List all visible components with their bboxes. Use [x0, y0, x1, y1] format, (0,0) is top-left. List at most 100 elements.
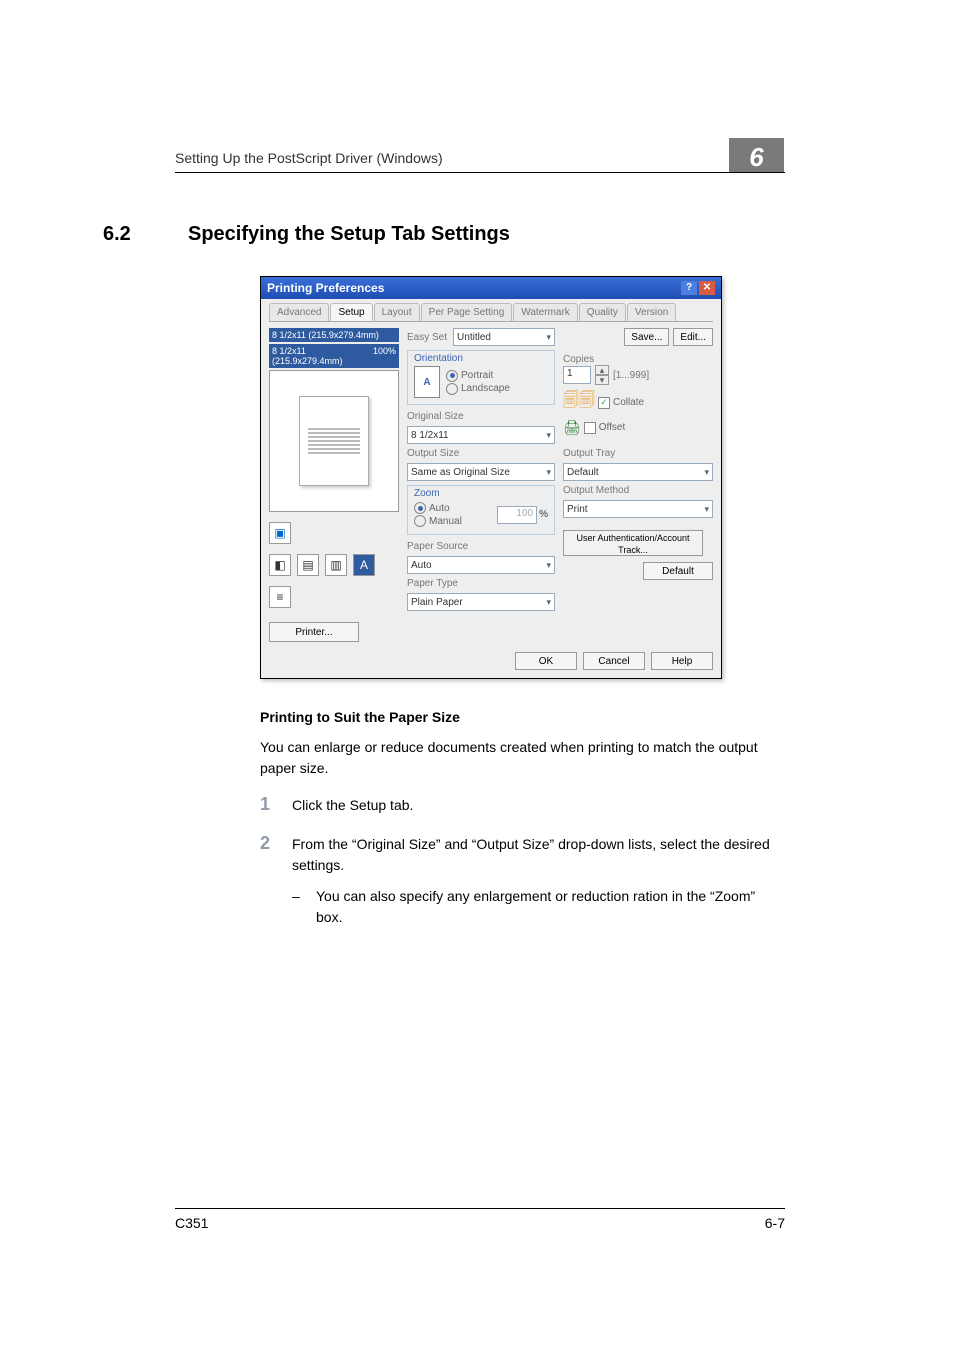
landscape-radio[interactable]: Landscape — [446, 383, 510, 395]
offset-checkbox[interactable]: 🖨 Offset — [563, 419, 713, 436]
landscape-label: Landscape — [461, 383, 510, 394]
footer-rule — [175, 1208, 785, 1209]
chevron-down-icon: ▾ — [704, 504, 709, 515]
collate-icon: 🗐🗐 — [563, 389, 595, 416]
preview-size-2: 8 1/2x11 (215.9x279.4mm) 100% — [269, 344, 399, 368]
chevron-down-icon: ▾ — [546, 467, 551, 478]
printer-button[interactable]: Printer... — [269, 622, 359, 642]
auth-track-button[interactable]: User Authentication/Account Track... — [563, 530, 703, 556]
paper-source-value: Auto — [411, 560, 432, 571]
output-size-value: Same as Original Size — [411, 467, 510, 478]
section-number: 6.2 — [103, 223, 188, 246]
portrait-radio[interactable]: Portrait — [446, 370, 510, 382]
tab-perpage[interactable]: Per Page Setting — [421, 303, 513, 321]
header-rule — [175, 172, 785, 173]
step-number-1: 1 — [260, 795, 292, 816]
help-icon[interactable]: ? — [681, 281, 697, 295]
copies-spin-down[interactable]: ▾ — [595, 375, 609, 385]
tab-watermark[interactable]: Watermark — [513, 303, 578, 321]
output-method-label: Output Method — [563, 485, 713, 496]
preview-size-1: 8 1/2x11 (215.9x279.4mm) — [269, 328, 399, 342]
zoom-legend: Zoom — [414, 488, 548, 499]
dialog-tabs: Advanced Setup Layout Per Page Setting W… — [269, 303, 713, 322]
list-icon[interactable]: ≡ — [269, 586, 291, 608]
watermark-icon[interactable]: A — [353, 554, 375, 576]
offset-label: Offset — [599, 422, 626, 433]
ok-button[interactable]: OK — [515, 652, 577, 670]
easyset-save-button[interactable]: Save... — [624, 328, 669, 346]
preview-size-2-text: 8 1/2x11 (215.9x279.4mm) — [272, 346, 373, 366]
output-size-select[interactable]: Same as Original Size ▾ — [407, 463, 555, 481]
step-2-text: From the “Original Size” and “Output Siz… — [292, 836, 770, 873]
preview-scale: 100% — [373, 346, 396, 366]
original-size-select[interactable]: 8 1/2x11 ▾ — [407, 426, 555, 444]
chevron-down-icon: ▾ — [546, 332, 551, 343]
pages-icon[interactable]: ▤ — [297, 554, 319, 576]
orientation-icon: A — [414, 366, 440, 398]
zoom-input[interactable]: 100 — [497, 506, 537, 524]
step-2-sub-text: You can also specify any enlargement or … — [316, 886, 785, 928]
original-size-label: Original Size — [407, 411, 555, 422]
easyset-select[interactable]: Untitled ▾ — [453, 328, 555, 346]
paper-source-select[interactable]: Auto ▾ — [407, 556, 555, 574]
tab-layout[interactable]: Layout — [374, 303, 420, 321]
orientation-legend: Orientation — [414, 353, 548, 364]
copies-icon[interactable]: ▥ — [325, 554, 347, 576]
zoom-auto-radio[interactable]: Auto — [414, 502, 462, 514]
collate-label: Collate — [613, 397, 644, 408]
chevron-down-icon: ▾ — [546, 560, 551, 571]
subsection-heading: Printing to Suit the Paper Size — [260, 709, 785, 725]
dialog-title: Printing Preferences — [267, 281, 384, 295]
tab-setup[interactable]: Setup — [330, 303, 372, 321]
copies-range: [1...999] — [613, 370, 649, 381]
zoom-manual-radio[interactable]: Manual — [414, 515, 462, 527]
copies-spin-up[interactable]: ▴ — [595, 365, 609, 375]
default-button[interactable]: Default — [643, 562, 713, 580]
easyset-edit-button[interactable]: Edit... — [673, 328, 713, 346]
output-tray-value: Default — [567, 467, 599, 478]
chapter-badge: 6 — [729, 138, 784, 172]
output-tray-select[interactable]: Default ▾ — [563, 463, 713, 481]
orientation-group: Orientation A Portrait Landscape — [407, 350, 555, 405]
help-button[interactable]: Help — [651, 652, 713, 670]
tab-version[interactable]: Version — [627, 303, 676, 321]
paper-type-select[interactable]: Plain Paper ▾ — [407, 593, 555, 611]
copies-label: Copies — [563, 354, 713, 365]
dialog-screenshot: Printing Preferences ? ✕ Advanced Setup … — [260, 276, 722, 679]
output-method-value: Print — [567, 504, 588, 515]
tab-advanced[interactable]: Advanced — [269, 303, 329, 321]
original-size-value: 8 1/2x11 — [411, 430, 449, 441]
step-1-text: Click the Setup tab. — [292, 795, 785, 816]
output-size-label: Output Size — [407, 448, 555, 459]
easyset-label: Easy Set — [407, 332, 447, 343]
output-tray-label: Output Tray — [563, 448, 713, 459]
footer-page: 6-7 — [765, 1215, 785, 1231]
zoom-group: Zoom Auto Manual 100 % — [407, 485, 555, 535]
paper-type-label: Paper Type — [407, 578, 555, 589]
paper-type-value: Plain Paper — [411, 597, 463, 608]
tab-quality[interactable]: Quality — [579, 303, 626, 321]
chevron-down-icon: ▾ — [546, 430, 551, 441]
dialog-titlebar: Printing Preferences ? ✕ — [261, 277, 721, 299]
copies-input[interactable]: 1 — [563, 366, 591, 384]
preview-icon[interactable]: ▣ — [269, 522, 291, 544]
close-icon[interactable]: ✕ — [699, 281, 715, 295]
collate-checkbox[interactable]: 🗐🗐 ✓Collate — [563, 389, 713, 416]
chevron-down-icon: ▾ — [546, 597, 551, 608]
intro-paragraph: You can enlarge or reduce documents crea… — [260, 737, 785, 779]
chevron-down-icon: ▾ — [704, 467, 709, 478]
footer-model: C351 — [175, 1215, 208, 1231]
bullet-dash: – — [292, 886, 316, 928]
portrait-label: Portrait — [461, 370, 493, 381]
zoom-auto-label: Auto — [429, 503, 450, 514]
paper-source-label: Paper Source — [407, 541, 555, 552]
section-heading: 6.2 Specifying the Setup Tab Settings — [175, 223, 785, 246]
cancel-button[interactable]: Cancel — [583, 652, 645, 670]
output-method-select[interactable]: Print ▾ — [563, 500, 713, 518]
step-number-2: 2 — [260, 834, 292, 928]
running-header: Setting Up the PostScript Driver (Window… — [175, 150, 785, 166]
easyset-value: Untitled — [457, 332, 491, 343]
layout-icon[interactable]: ◧ — [269, 554, 291, 576]
offset-icon: 🖨 — [563, 419, 581, 436]
page-preview — [269, 370, 399, 512]
